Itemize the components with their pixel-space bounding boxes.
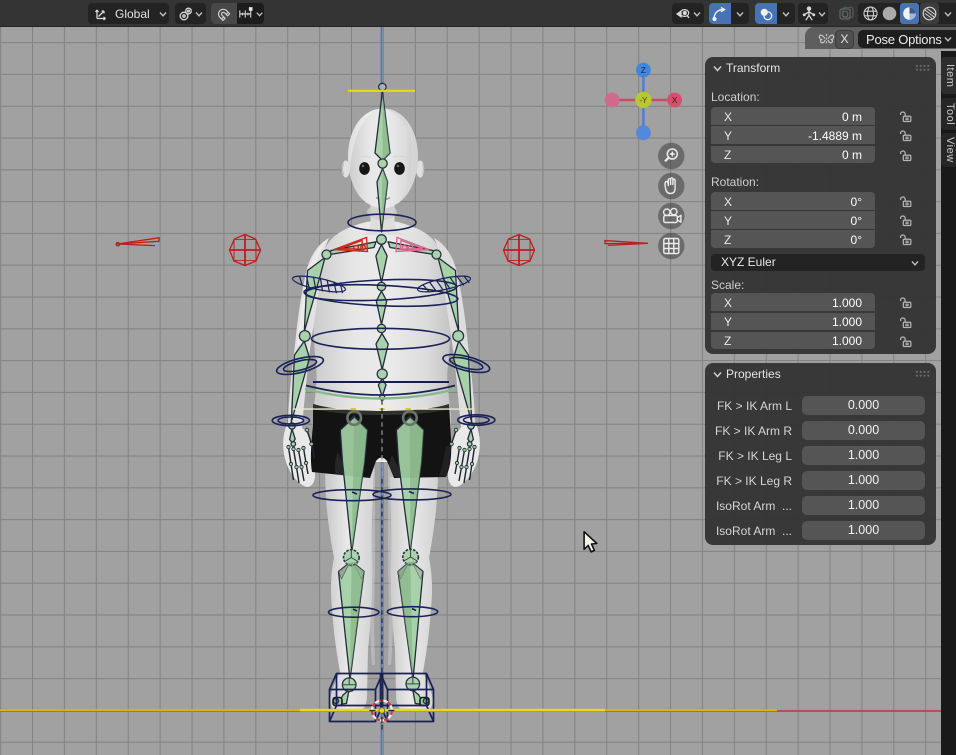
- svg-text:Z: Z: [641, 65, 646, 75]
- svg-text:-Y: -Y: [639, 96, 648, 105]
- svg-text:X: X: [672, 95, 678, 105]
